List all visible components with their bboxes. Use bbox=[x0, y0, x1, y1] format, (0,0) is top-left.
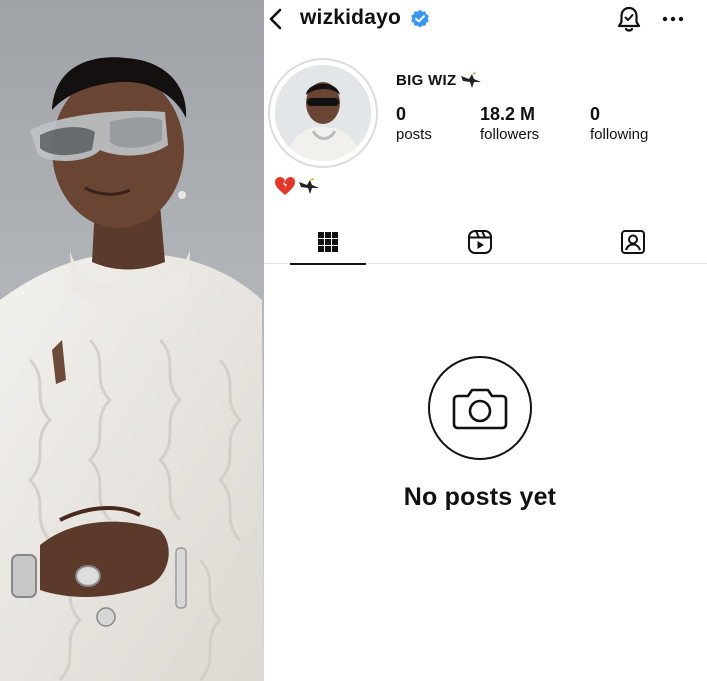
tab-tagged[interactable] bbox=[595, 220, 671, 264]
top-bar: wizkidayo bbox=[264, 0, 707, 40]
tab-reels[interactable] bbox=[442, 220, 518, 264]
broken-heart-icon bbox=[275, 177, 295, 195]
tab-posts-grid[interactable] bbox=[290, 220, 366, 265]
profile-username: wizkidayo bbox=[300, 6, 401, 29]
artist-photo bbox=[0, 0, 264, 681]
stat-followers[interactable]: 18.2 M followers bbox=[480, 104, 539, 143]
avatar-image bbox=[275, 65, 371, 161]
stat-posts-label: posts bbox=[396, 126, 432, 143]
back-button[interactable] bbox=[264, 6, 286, 32]
more-options-button[interactable] bbox=[661, 10, 685, 28]
profile-avatar[interactable] bbox=[268, 58, 378, 168]
empty-state-icon-circle bbox=[428, 356, 532, 460]
verified-badge-icon bbox=[411, 9, 429, 28]
grid-icon bbox=[318, 232, 338, 252]
stat-followers-label: followers bbox=[480, 126, 540, 143]
more-icon bbox=[662, 16, 684, 22]
stat-posts[interactable]: 0 posts bbox=[396, 104, 432, 143]
profile-screen: wizkidayo BIG WIZ 0 posts 18.2 M followe… bbox=[264, 0, 707, 681]
profile-tabs bbox=[264, 220, 707, 265]
display-name: BIG WIZ bbox=[396, 72, 457, 89]
eagle-emoji-icon bbox=[461, 72, 481, 88]
stat-following-label: following bbox=[590, 126, 649, 143]
camera-icon bbox=[452, 388, 508, 430]
stat-posts-value: 0 bbox=[396, 104, 407, 124]
notifications-button[interactable] bbox=[616, 5, 642, 33]
stat-following[interactable]: 0 following bbox=[590, 104, 648, 143]
stat-following-value: 0 bbox=[590, 104, 601, 124]
tagged-icon bbox=[621, 230, 645, 254]
eagle-emoji-icon bbox=[299, 178, 319, 194]
stat-followers-value: 18.2 M bbox=[480, 104, 536, 124]
chevron-left-icon bbox=[269, 8, 282, 30]
reels-icon bbox=[468, 230, 492, 254]
profile-bio bbox=[274, 174, 334, 196]
bell-icon bbox=[617, 6, 641, 32]
empty-state-text: No posts yet bbox=[403, 483, 557, 511]
